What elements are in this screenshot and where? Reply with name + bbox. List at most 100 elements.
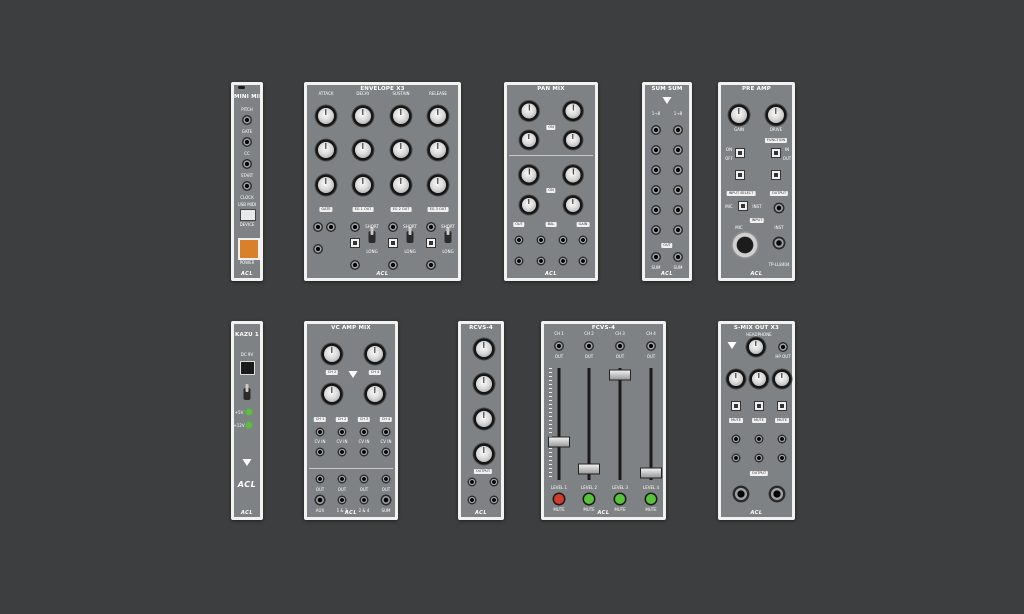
volume-knob-2[interactable] xyxy=(752,372,766,386)
sum-jack-a6[interactable] xyxy=(651,225,661,235)
power-connector[interactable] xyxy=(238,238,260,260)
jack-gate[interactable] xyxy=(242,137,252,147)
decay-knob-3[interactable] xyxy=(355,177,371,193)
release-knob-3[interactable] xyxy=(430,177,446,193)
ch-out-jack-1[interactable] xyxy=(554,341,564,351)
release-knob-2[interactable] xyxy=(430,142,446,158)
function-button-4[interactable] xyxy=(771,170,781,180)
cv-knob-3[interactable] xyxy=(476,411,492,427)
level-fader-3[interactable] xyxy=(609,369,631,381)
cv-jack[interactable] xyxy=(315,447,325,457)
gain-knob[interactable] xyxy=(731,107,747,123)
cv-jack[interactable] xyxy=(359,447,369,457)
cv-jack[interactable] xyxy=(337,447,347,457)
sum-jack-a5[interactable] xyxy=(651,205,661,215)
ch-out-jack-4[interactable] xyxy=(646,341,656,351)
power-switch[interactable] xyxy=(243,384,251,400)
in-jack[interactable] xyxy=(731,453,741,463)
sustain-knob-1[interactable] xyxy=(393,108,409,124)
jack-pitch[interactable] xyxy=(242,115,252,125)
sum-jack-a2[interactable] xyxy=(651,145,661,155)
output-jack-2[interactable] xyxy=(768,485,786,503)
sum-jack-b3[interactable] xyxy=(673,165,683,175)
mute-button-3[interactable] xyxy=(777,401,787,411)
sum-jack-b2[interactable] xyxy=(673,145,683,155)
eg1-out-jack[interactable] xyxy=(350,222,360,232)
volume-knob-3[interactable] xyxy=(775,372,789,386)
in-jack[interactable] xyxy=(754,434,764,444)
short-long-switch-3[interactable] xyxy=(444,227,452,243)
dc-power-jack[interactable] xyxy=(240,361,255,375)
aux-out-jack[interactable] xyxy=(314,494,326,506)
eg3-out-jack[interactable] xyxy=(426,222,436,232)
pan-jack[interactable] xyxy=(558,235,568,245)
eg2-out-jack[interactable] xyxy=(388,222,398,232)
input-jack[interactable] xyxy=(315,427,325,437)
mute-button-3[interactable] xyxy=(615,494,625,504)
cv-out-jack-3[interactable] xyxy=(467,495,477,505)
sustain-knob-3[interactable] xyxy=(393,177,409,193)
pan-jack[interactable] xyxy=(536,256,546,266)
headphone-knob[interactable] xyxy=(749,340,763,354)
mute-button-4[interactable] xyxy=(646,494,656,504)
pan-knob-4[interactable] xyxy=(566,198,580,212)
gate-jack-3[interactable] xyxy=(313,244,323,254)
eg1-neg-jack[interactable] xyxy=(350,260,360,270)
mute-button-2[interactable] xyxy=(584,494,594,504)
mute-button-2[interactable] xyxy=(754,401,764,411)
jack-start[interactable] xyxy=(242,181,252,191)
level-knob-1[interactable] xyxy=(521,103,537,119)
in-jack[interactable] xyxy=(754,453,764,463)
pos-neg-button-1[interactable] xyxy=(350,238,360,248)
cv-knob-1[interactable] xyxy=(476,341,492,357)
sum-jack-b6[interactable] xyxy=(673,225,683,235)
cv-knob-4[interactable] xyxy=(476,446,492,462)
gate-jack-1[interactable] xyxy=(313,222,323,232)
cv-jack[interactable] xyxy=(381,447,391,457)
level-knob-2[interactable] xyxy=(565,103,581,119)
ch-out-jack-2[interactable] xyxy=(584,341,594,351)
mix12-out-jack[interactable] xyxy=(337,495,347,505)
pos-neg-button-3[interactable] xyxy=(426,238,436,248)
short-long-switch-1[interactable] xyxy=(368,227,376,243)
pan-knob-2[interactable] xyxy=(566,133,580,147)
cv-out-jack-4[interactable] xyxy=(489,495,499,505)
eg2-neg-jack[interactable] xyxy=(388,260,398,270)
pan-jack[interactable] xyxy=(578,256,588,266)
mute-button-1[interactable] xyxy=(731,401,741,411)
gain-knob-ch2[interactable] xyxy=(367,346,383,362)
decay-knob-2[interactable] xyxy=(355,142,371,158)
attack-knob-2[interactable] xyxy=(318,142,334,158)
decay-knob-1[interactable] xyxy=(355,108,371,124)
gain-knob-ch1[interactable] xyxy=(324,346,340,362)
level-fader-4[interactable] xyxy=(640,467,662,479)
mix24-out-jack[interactable] xyxy=(359,495,369,505)
sum-out-jack[interactable] xyxy=(380,494,392,506)
eg3-neg-jack[interactable] xyxy=(426,260,436,270)
jack-cc[interactable] xyxy=(242,159,252,169)
input-jack[interactable] xyxy=(337,427,347,437)
attack-knob-1[interactable] xyxy=(318,108,334,124)
out-jack[interactable] xyxy=(315,474,325,484)
sustain-knob-2[interactable] xyxy=(393,142,409,158)
cv-out-jack-1[interactable] xyxy=(467,477,477,487)
input-select-button[interactable] xyxy=(738,201,748,211)
sum-out-jack-b[interactable] xyxy=(673,252,683,262)
cv-knob-2[interactable] xyxy=(476,376,492,392)
pan-jack[interactable] xyxy=(536,235,546,245)
output-jack[interactable] xyxy=(773,202,785,214)
level-fader-2[interactable] xyxy=(578,463,600,475)
xlr-input-jack[interactable] xyxy=(731,231,759,259)
volume-knob-1[interactable] xyxy=(729,372,743,386)
mute-button-1[interactable] xyxy=(554,494,564,504)
sum-jack-a1[interactable] xyxy=(651,125,661,135)
function-button-3[interactable] xyxy=(735,170,745,180)
sum-jack-b5[interactable] xyxy=(673,205,683,215)
pan-jack[interactable] xyxy=(578,235,588,245)
gain-knob-ch4[interactable] xyxy=(367,386,383,402)
hp-out-jack[interactable] xyxy=(778,342,788,352)
out-jack[interactable] xyxy=(359,474,369,484)
level-knob-3[interactable] xyxy=(521,167,537,183)
function-button-2[interactable] xyxy=(771,148,781,158)
sum-jack-a3[interactable] xyxy=(651,165,661,175)
